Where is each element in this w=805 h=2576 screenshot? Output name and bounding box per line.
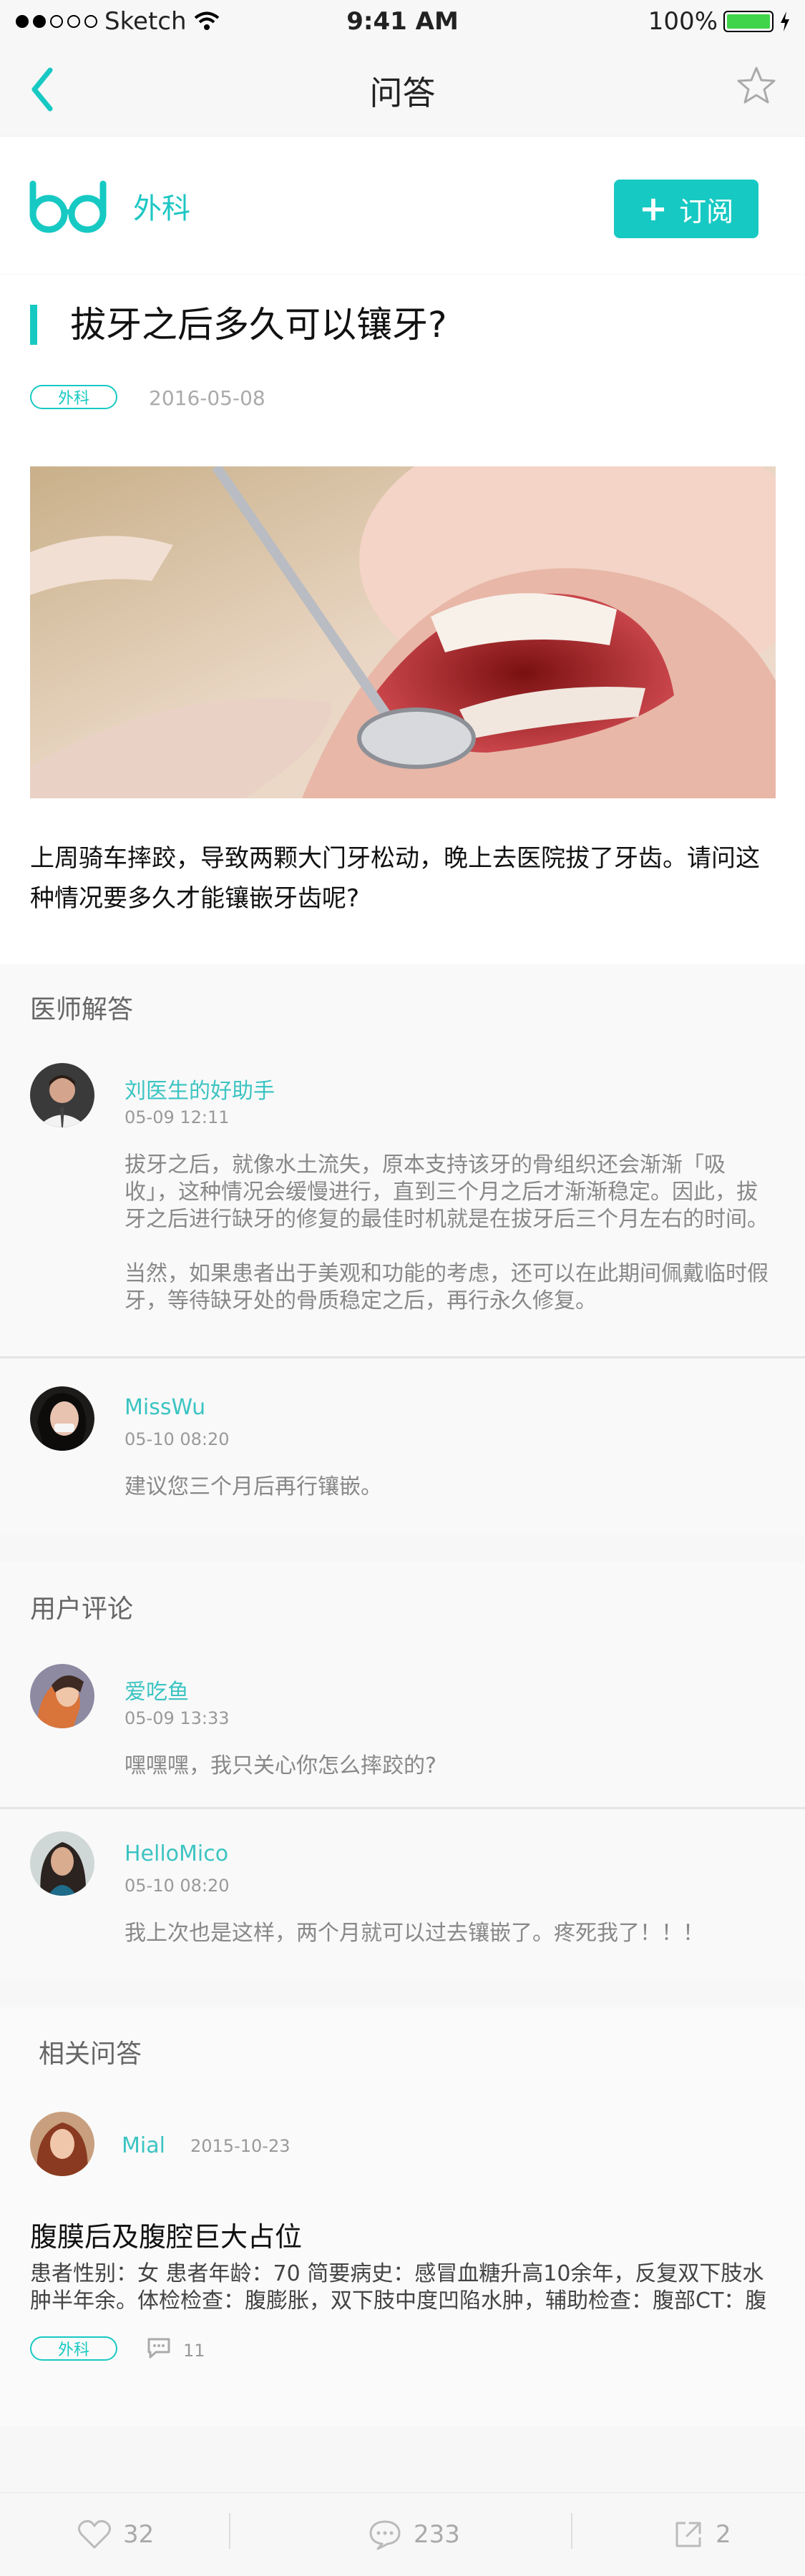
charging-icon — [781, 11, 789, 31]
related-question-title[interactable]: 腹膜后及腹腔巨大占位 — [30, 2215, 302, 2254]
doctor-answers-title: 医师解答 — [30, 995, 134, 1024]
avatar[interactable] — [30, 1664, 94, 1728]
separator — [571, 2513, 572, 2549]
like-button[interactable]: 32 — [77, 2493, 154, 2576]
separator — [229, 2513, 230, 2549]
related-title: 相关问答 — [39, 2039, 142, 2069]
nav-bar: 问答 — [0, 47, 805, 136]
share-count: 2 — [716, 2520, 731, 2549]
comment-icon — [369, 2520, 401, 2550]
avatar[interactable] — [30, 2112, 94, 2176]
category-name: 外科 — [133, 192, 190, 225]
comments-button[interactable]: 233 — [368, 2493, 460, 2576]
answer-paragraph: 当然，如果患者出于美观和功能的考虑，还可以在此期间佩戴临时假牙，等待缺牙处的骨质… — [125, 1261, 769, 1313]
related-date: 2015-10-23 — [190, 2136, 291, 2156]
like-count: 32 — [123, 2520, 155, 2549]
page-title: 问答 — [369, 74, 436, 112]
department-logo-icon — [29, 180, 107, 233]
divider — [0, 1356, 805, 1358]
star-icon[interactable] — [735, 64, 778, 107]
answer-time: 05-09 12:11 — [125, 1107, 230, 1127]
comment-count: 233 — [414, 2520, 460, 2549]
comment-icon — [147, 2338, 170, 2359]
question-date: 2016-05-08 — [149, 386, 265, 410]
title-accent-bar — [30, 305, 37, 345]
comment-text: 嘿嘿嘿，我只关心你怎么摔跤的? — [125, 1753, 436, 1778]
related-question-body: 患者性别：女 患者年龄：70 简要病史：感冒血糖升高10余年，反复双下肢水肿半年… — [30, 2261, 767, 2313]
related-tag[interactable]: 外科 — [30, 2336, 117, 2361]
answer-time: 05-10 08:20 — [125, 1429, 230, 1449]
user-comments-title: 用户评论 — [30, 1595, 134, 1624]
answer-text: 建议您三个月后再行镶嵌。 — [125, 1474, 382, 1499]
plus-icon: + — [638, 189, 668, 229]
bottom-action-bar: 32 233 2 — [0, 2492, 805, 2576]
avatar[interactable] — [30, 1386, 94, 1451]
category-bar: 外科 + 订阅 — [0, 136, 805, 274]
avatar[interactable] — [30, 1831, 94, 1896]
answer-paragraph: 拔牙之后，就像水土流失，原本支持该牙的骨组织还会渐渐「吸收」，这种情况会缓慢进行… — [125, 1152, 769, 1232]
question-image — [30, 466, 776, 798]
battery-icon — [723, 11, 774, 32]
question-article: 拔牙之后多久可以镶牙? 外科 2016-05-08 上周骑车摔跤，导致两颗大门牙… — [0, 275, 805, 964]
share-icon — [675, 2522, 701, 2547]
divider — [0, 1807, 805, 1809]
comment-time: 05-09 13:33 — [125, 1708, 230, 1728]
answerer-name[interactable]: MissWu — [125, 1395, 205, 1420]
status-right: 100% — [648, 7, 791, 36]
comment-time: 05-10 08:20 — [125, 1876, 230, 1896]
question-tag[interactable]: 外科 — [30, 385, 117, 409]
heart-icon — [78, 2519, 111, 2549]
share-button[interactable]: 2 — [673, 2493, 731, 2576]
subscribe-button[interactable]: + 订阅 — [614, 180, 758, 238]
question-title: 拔牙之后多久可以镶牙? — [70, 304, 447, 346]
commenter-name[interactable]: HelloMico — [125, 1841, 228, 1866]
doctor-answers-section: 医师解答 刘医生的好助手 05-09 12:11 拔牙之后，就像水土流失，原本支… — [0, 964, 805, 1535]
user-comments-section: 用户评论 爱吃鱼 05-09 13:33 嘿嘿嘿，我只关心你怎么摔跤的? Hel… — [0, 1562, 805, 1980]
commenter-name[interactable]: 爱吃鱼 — [125, 1674, 189, 1705]
answer-text: 拔牙之后，就像水土流失，原本支持该牙的骨组织还会渐渐「吸收」，这种情况会缓慢进行… — [125, 1152, 773, 1315]
related-questions-section: 相关问答 Mial 2015-10-23 腹膜后及腹腔巨大占位 患者性别：女 患… — [0, 2007, 805, 2426]
comment-text: 我上次也是这样，两个月就可以过去镶嵌了。疼死我了！！！ — [125, 1921, 704, 1946]
answerer-name[interactable]: 刘医生的好助手 — [125, 1073, 275, 1105]
related-user-name[interactable]: Mial — [122, 2133, 165, 2158]
status-bar: Sketch 9:41 AM 100% — [0, 0, 805, 47]
avatar[interactable] — [30, 1063, 94, 1127]
related-comment-count: 11 — [183, 2341, 205, 2361]
question-body: 上周骑车摔跤，导致两颗大门牙松动，晚上去医院拔了牙齿。请问这种情况要多久才能镶嵌… — [30, 844, 760, 913]
subscribe-label: 订阅 — [679, 195, 734, 227]
battery-percent: 100% — [648, 7, 718, 36]
